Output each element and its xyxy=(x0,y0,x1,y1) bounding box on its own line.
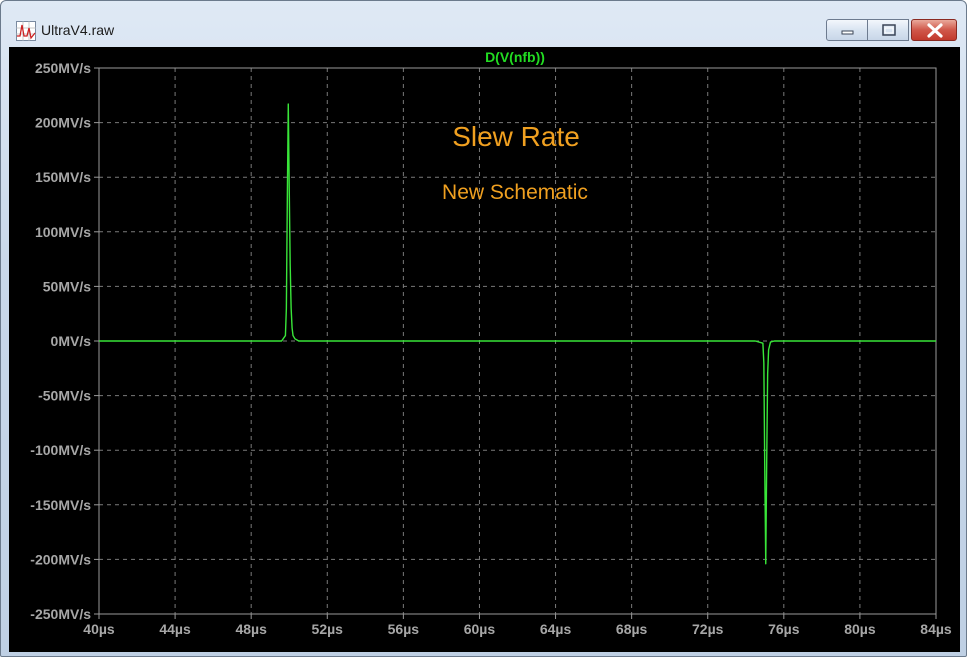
title-bar[interactable]: UltraV4.raw xyxy=(1,1,966,47)
y-tick-label: 200MV/s xyxy=(35,115,91,131)
maximize-button[interactable] xyxy=(867,19,909,41)
y-tick-label: -100MV/s xyxy=(30,442,91,458)
annotation-title: Slew Rate xyxy=(452,121,580,152)
trace-label[interactable]: D(V(nfb)) xyxy=(485,49,545,65)
plot-area[interactable]: 250MV/s 200MV/s 150MV/s 100MV/s 50MV/s 0MV/s -… xyxy=(9,47,960,652)
trace-d-v-nfb xyxy=(99,103,936,565)
x-tick-label: 64µs xyxy=(540,621,572,637)
x-tick-label: 68µs xyxy=(616,621,648,637)
close-button[interactable] xyxy=(911,19,957,41)
y-tick-label: 150MV/s xyxy=(35,169,91,185)
window-title: UltraV4.raw xyxy=(41,22,115,38)
close-icon xyxy=(927,23,943,38)
y-tick-label: -50MV/s xyxy=(38,388,91,404)
waveform-viewer-icon xyxy=(16,21,36,41)
x-tick-label: 44µs xyxy=(159,621,191,637)
minimize-button[interactable] xyxy=(826,19,868,41)
trace-layer xyxy=(99,103,936,565)
x-tick-label: 80µs xyxy=(844,621,876,637)
x-tick-label: 72µs xyxy=(692,621,724,637)
y-tick-label: 0MV/s xyxy=(51,333,92,349)
x-tick-label: 60µs xyxy=(464,621,496,637)
minimize-icon xyxy=(841,30,854,35)
x-tick-label: 84µs xyxy=(920,621,952,637)
y-tick-label: -200MV/s xyxy=(30,551,91,567)
y-tick-label: 250MV/s xyxy=(35,60,91,76)
x-tick-label: 40µs xyxy=(83,621,115,637)
x-tick-label: 56µs xyxy=(388,621,420,637)
x-tick-label: 76µs xyxy=(768,621,800,637)
annotation-subtitle: New Schematic xyxy=(442,181,588,204)
waveform-window: UltraV4.raw 250MV/s 200MV/s 150MV/s 100MV/s… xyxy=(0,0,967,657)
y-tick-label: -250MV/s xyxy=(30,606,91,622)
waveform-plot[interactable]: 250MV/s 200MV/s 150MV/s 100MV/s 50MV/s 0MV/s -… xyxy=(9,47,960,652)
y-tick-label: 50MV/s xyxy=(43,278,91,294)
y-tick-label: -150MV/s xyxy=(30,497,91,513)
x-tick-label: 48µs xyxy=(235,621,267,637)
x-tick-label: 52µs xyxy=(312,621,344,637)
maximize-icon xyxy=(882,24,896,36)
y-tick-label: 100MV/s xyxy=(35,224,91,240)
